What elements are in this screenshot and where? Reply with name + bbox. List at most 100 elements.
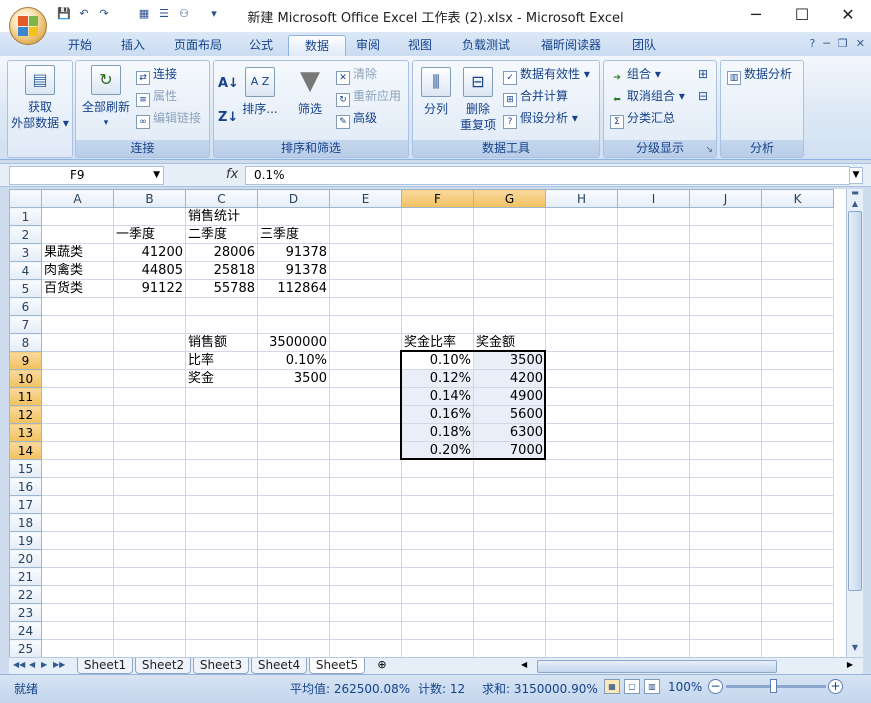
cell-C19[interactable] xyxy=(185,531,258,550)
cell-J6[interactable] xyxy=(689,297,762,316)
tab-1[interactable]: 插入 xyxy=(119,35,147,56)
cell-I25[interactable] xyxy=(617,639,690,657)
cell-H20[interactable] xyxy=(545,549,618,568)
cell-A17[interactable] xyxy=(41,495,114,514)
cell-I21[interactable] xyxy=(617,567,690,586)
cell-D13[interactable] xyxy=(257,423,330,442)
row-header-1[interactable]: 1 xyxy=(9,207,42,226)
cell-D20[interactable] xyxy=(257,549,330,568)
cell-A21[interactable] xyxy=(41,567,114,586)
cell-I23[interactable] xyxy=(617,603,690,622)
office-button[interactable] xyxy=(9,7,47,45)
cell-G18[interactable] xyxy=(473,513,546,532)
cell-G21[interactable] xyxy=(473,567,546,586)
scroll-up-icon[interactable]: ▲ xyxy=(848,197,862,211)
cell-A2[interactable] xyxy=(41,225,114,244)
scroll-left-icon[interactable]: ◀ xyxy=(521,660,527,669)
cell-D19[interactable] xyxy=(257,531,330,550)
cell-B24[interactable] xyxy=(113,621,186,640)
cell-E17[interactable] xyxy=(329,495,402,514)
cell-C14[interactable] xyxy=(185,441,258,460)
cell-E6[interactable] xyxy=(329,297,402,316)
cell-H4[interactable] xyxy=(545,261,618,280)
cell-A10[interactable] xyxy=(41,369,114,388)
cell-E11[interactable] xyxy=(329,387,402,406)
cell-A9[interactable] xyxy=(41,351,114,370)
cell-G24[interactable] xyxy=(473,621,546,640)
show-detail-icon[interactable]: ⊞ xyxy=(698,65,708,83)
row-header-18[interactable]: 18 xyxy=(9,513,42,532)
tab-9[interactable]: 团队 xyxy=(630,35,658,56)
cell-D23[interactable] xyxy=(257,603,330,622)
cell-C12[interactable] xyxy=(185,405,258,424)
cell-B4[interactable]: 44805 xyxy=(113,261,186,280)
tab-2[interactable]: 页面布局 xyxy=(172,35,224,56)
cell-G2[interactable] xyxy=(473,225,546,244)
cell-J4[interactable] xyxy=(689,261,762,280)
cell-G1[interactable] xyxy=(473,207,546,226)
cell-K19[interactable] xyxy=(761,531,834,550)
cell-C17[interactable] xyxy=(185,495,258,514)
cell-H14[interactable] xyxy=(545,441,618,460)
cell-F12[interactable]: 0.16% xyxy=(401,405,474,424)
cell-F8[interactable]: 奖金比率 xyxy=(401,333,474,352)
sheet-tab-1[interactable]: Sheet1 xyxy=(77,658,133,674)
cell-D3[interactable]: 91378 xyxy=(257,243,330,262)
cell-B19[interactable] xyxy=(113,531,186,550)
cell-J3[interactable] xyxy=(689,243,762,262)
cell-D24[interactable] xyxy=(257,621,330,640)
cell-F24[interactable] xyxy=(401,621,474,640)
cell-H18[interactable] xyxy=(545,513,618,532)
cell-J9[interactable] xyxy=(689,351,762,370)
cell-I4[interactable] xyxy=(617,261,690,280)
cell-A18[interactable] xyxy=(41,513,114,532)
cell-K24[interactable] xyxy=(761,621,834,640)
cell-G10[interactable]: 4200 xyxy=(473,369,546,388)
cell-K14[interactable] xyxy=(761,441,834,460)
cell-K11[interactable] xyxy=(761,387,834,406)
cell-A6[interactable] xyxy=(41,297,114,316)
cell-E19[interactable] xyxy=(329,531,402,550)
cell-D12[interactable] xyxy=(257,405,330,424)
cell-C25[interactable] xyxy=(185,639,258,657)
cell-A13[interactable] xyxy=(41,423,114,442)
row-header-16[interactable]: 16 xyxy=(9,477,42,496)
column-header-G[interactable]: G xyxy=(473,189,546,208)
cell-H3[interactable] xyxy=(545,243,618,262)
cell-F14[interactable]: 0.20% xyxy=(401,441,474,460)
cell-H16[interactable] xyxy=(545,477,618,496)
column-header-H[interactable]: H xyxy=(545,189,618,208)
cell-F25[interactable] xyxy=(401,639,474,657)
horizontal-scrollbar[interactable]: ◀ ▶ xyxy=(519,660,855,673)
normal-view-icon[interactable]: ▦ xyxy=(604,679,620,694)
zoom-slider-knob[interactable] xyxy=(770,679,777,693)
cell-F18[interactable] xyxy=(401,513,474,532)
doc-close-icon[interactable]: ✕ xyxy=(856,37,865,50)
row-header-8[interactable]: 8 xyxy=(9,333,42,352)
cell-B1[interactable] xyxy=(113,207,186,226)
cell-K20[interactable] xyxy=(761,549,834,568)
cell-E5[interactable] xyxy=(329,279,402,298)
cell-I12[interactable] xyxy=(617,405,690,424)
cell-table[interactable]: A B C D E F G H I J K 1 销售统计 2 一季度 二季度 三季度 3 果蔬类 41200 28006… xyxy=(9,189,834,657)
expand-formula-bar-icon[interactable]: ▼ xyxy=(849,167,863,184)
cell-C10[interactable]: 奖金 xyxy=(185,369,258,388)
cell-I24[interactable] xyxy=(617,621,690,640)
cell-F1[interactable] xyxy=(401,207,474,226)
cell-C7[interactable] xyxy=(185,315,258,334)
cell-B10[interactable] xyxy=(113,369,186,388)
column-header-E[interactable]: E xyxy=(329,189,402,208)
cell-F6[interactable] xyxy=(401,297,474,316)
cell-G25[interactable] xyxy=(473,639,546,657)
cell-K3[interactable] xyxy=(761,243,834,262)
cell-C13[interactable] xyxy=(185,423,258,442)
cell-I20[interactable] xyxy=(617,549,690,568)
cell-F17[interactable] xyxy=(401,495,474,514)
connections-button[interactable]: ⇄ 连接 xyxy=(136,65,177,85)
cell-J10[interactable] xyxy=(689,369,762,388)
select-all-corner[interactable] xyxy=(9,189,42,208)
minimize-button[interactable]: ─ xyxy=(733,0,779,30)
cell-K2[interactable] xyxy=(761,225,834,244)
column-header-J[interactable]: J xyxy=(689,189,762,208)
cell-G20[interactable] xyxy=(473,549,546,568)
